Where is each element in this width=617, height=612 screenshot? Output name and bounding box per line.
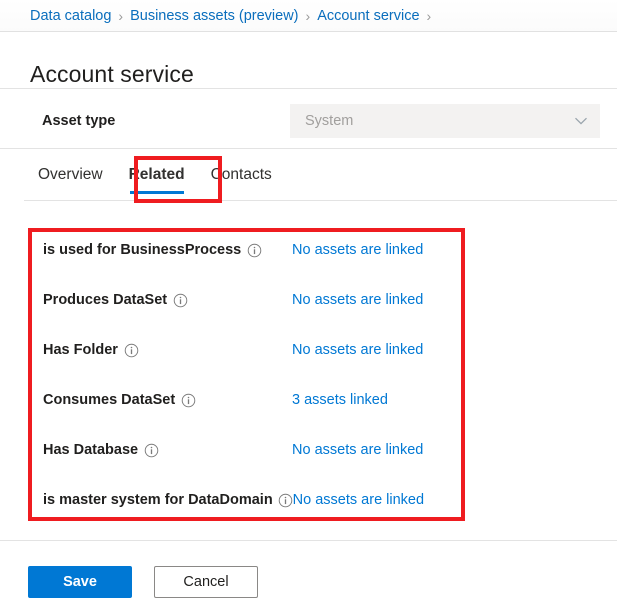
info-icon[interactable] bbox=[124, 343, 139, 358]
relationship-row: is master system for DataDomain No asset… bbox=[43, 492, 457, 542]
relationship-row: Has Database No assets are linked bbox=[43, 442, 457, 492]
cancel-button[interactable]: Cancel bbox=[154, 566, 258, 598]
relationship-label: Has Database bbox=[43, 442, 138, 459]
footer-actions: Save Cancel bbox=[28, 566, 258, 598]
relationship-link[interactable]: No assets are linked bbox=[292, 242, 423, 259]
chevron-down-icon bbox=[573, 113, 589, 129]
asset-detail-page: Data catalog › Business assets (preview)… bbox=[0, 0, 617, 612]
relationship-row: Consumes DataSet 3 assets linked bbox=[43, 392, 457, 442]
tab-overview[interactable]: Overview bbox=[38, 160, 103, 194]
asset-type-dropdown[interactable]: System bbox=[290, 104, 600, 138]
info-icon[interactable] bbox=[173, 293, 188, 308]
relationship-row: Produces DataSet No assets are linked bbox=[43, 292, 457, 342]
info-icon[interactable] bbox=[181, 393, 196, 408]
breadcrumb-item-account-service[interactable]: Account service bbox=[317, 8, 419, 24]
page-title: Account service bbox=[30, 61, 194, 88]
breadcrumb-item-data-catalog[interactable]: Data catalog bbox=[30, 8, 111, 24]
relationship-list: is used for BusinessProcess No assets ar… bbox=[28, 228, 465, 521]
relationship-link[interactable]: No assets are linked bbox=[292, 442, 423, 459]
breadcrumb-item-business-assets[interactable]: Business assets (preview) bbox=[130, 8, 298, 24]
field-divider bbox=[0, 148, 617, 149]
relationship-link[interactable]: 3 assets linked bbox=[292, 392, 388, 409]
breadcrumb-separator-icon: › bbox=[427, 9, 432, 23]
breadcrumb-separator-icon: › bbox=[118, 9, 123, 23]
footer-divider bbox=[0, 540, 617, 541]
info-icon[interactable] bbox=[278, 493, 293, 508]
relationship-link[interactable]: No assets are linked bbox=[292, 342, 423, 359]
info-icon[interactable] bbox=[144, 443, 159, 458]
relationship-label: Consumes DataSet bbox=[43, 392, 175, 409]
info-icon[interactable] bbox=[247, 243, 262, 258]
relationship-link[interactable]: No assets are linked bbox=[293, 492, 424, 509]
asset-type-field-row: Asset type System bbox=[0, 104, 617, 140]
relationship-row: Has Folder No assets are linked bbox=[43, 342, 457, 392]
tab-contacts[interactable]: Contacts bbox=[211, 160, 272, 194]
relationship-label: is used for BusinessProcess bbox=[43, 242, 241, 259]
relationship-label: Produces DataSet bbox=[43, 292, 167, 309]
relationship-label: Has Folder bbox=[43, 342, 118, 359]
save-button[interactable]: Save bbox=[28, 566, 132, 598]
asset-type-label: Asset type bbox=[42, 113, 115, 129]
tabs-divider bbox=[24, 200, 617, 201]
relationship-row: is used for BusinessProcess No assets ar… bbox=[43, 242, 457, 292]
title-divider bbox=[0, 88, 617, 89]
relationship-link[interactable]: No assets are linked bbox=[292, 292, 423, 309]
breadcrumb-separator-icon: › bbox=[306, 9, 311, 23]
tab-related[interactable]: Related bbox=[129, 160, 185, 194]
relationship-label: is master system for DataDomain bbox=[43, 492, 273, 509]
tab-bar: Overview Related Contacts bbox=[0, 160, 617, 200]
breadcrumb: Data catalog › Business assets (preview)… bbox=[0, 0, 617, 32]
asset-type-value: System bbox=[305, 113, 573, 129]
